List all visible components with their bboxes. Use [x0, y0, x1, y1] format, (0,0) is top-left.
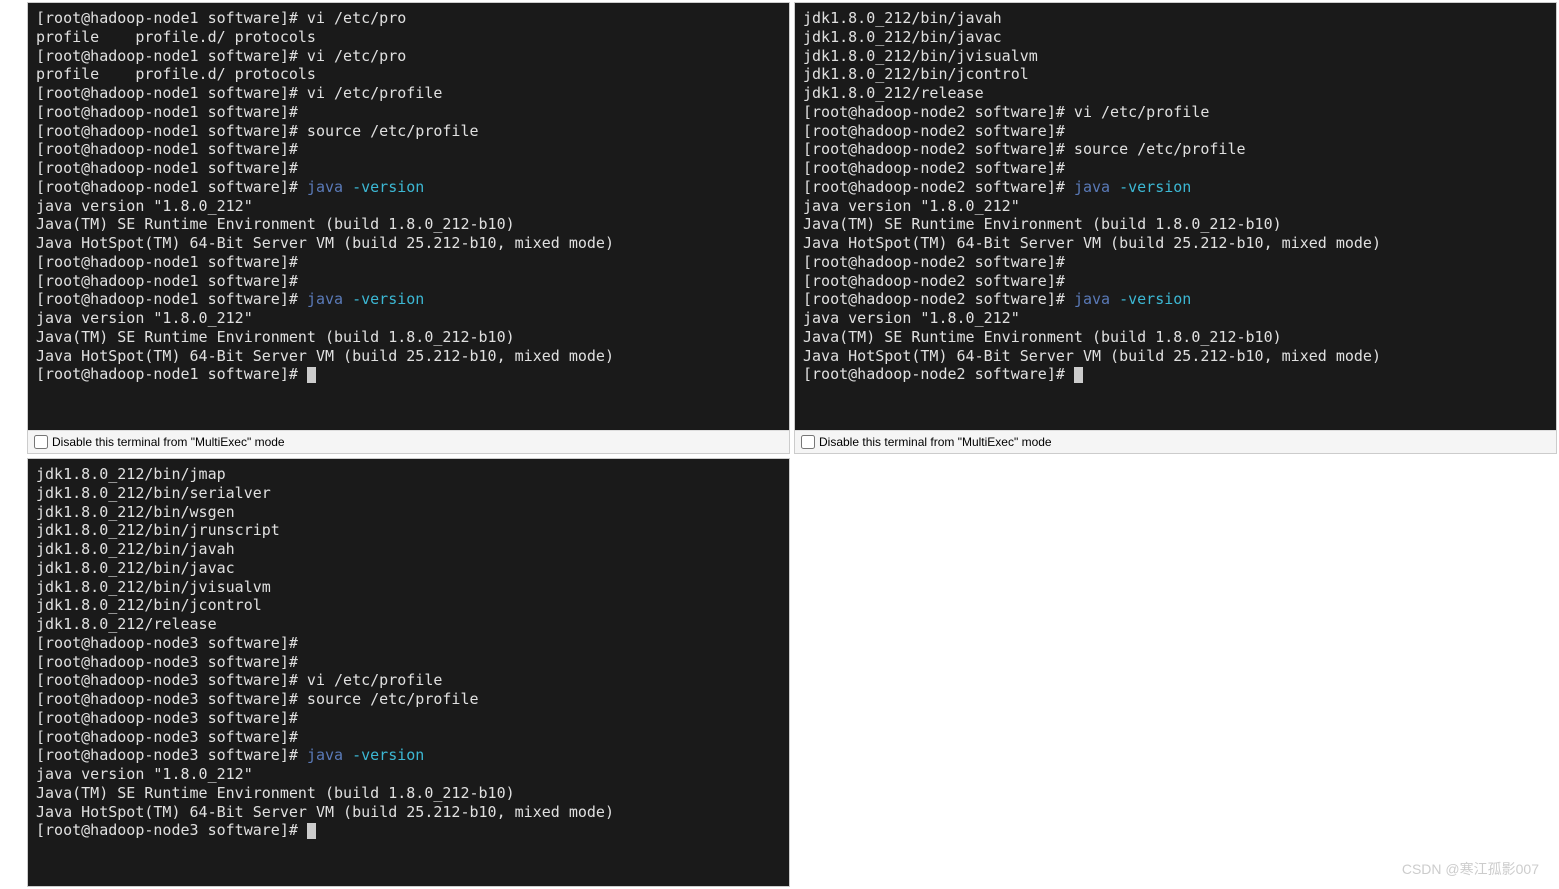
- terminal-line: [root@hadoop-node2 software]#: [803, 272, 1548, 291]
- terminal-line: [root@hadoop-node1 software]# java -vers…: [36, 290, 781, 309]
- terminal-output-node2[interactable]: jdk1.8.0_212/bin/javahjdk1.8.0_212/bin/j…: [795, 3, 1556, 430]
- terminal-line: [root@hadoop-node2 software]#: [803, 159, 1548, 178]
- watermark-text: CSDN @寒江孤影007: [1402, 859, 1539, 879]
- terminal-line: jdk1.8.0_212/bin/jcontrol: [36, 596, 781, 615]
- terminal-line: [root@hadoop-node3 software]#: [36, 634, 781, 653]
- terminal-pane-node1: [root@hadoop-node1 software]# vi /etc/pr…: [27, 2, 790, 454]
- terminal-line: [root@hadoop-node2 software]# source /et…: [803, 140, 1548, 159]
- terminal-line: jdk1.8.0_212/bin/serialver: [36, 484, 781, 503]
- disable-multiexec-checkbox-node1[interactable]: [34, 435, 48, 449]
- terminal-line: [root@hadoop-node3 software]#: [36, 728, 781, 747]
- terminal-line: jdk1.8.0_212/bin/jvisualvm: [803, 47, 1548, 66]
- terminal-line: jdk1.8.0_212/bin/jrunscript: [36, 521, 781, 540]
- terminal-line: [root@hadoop-node3 software]#: [36, 709, 781, 728]
- terminal-line: [root@hadoop-node1 software]# vi /etc/pr…: [36, 47, 781, 66]
- cursor-icon: [1074, 367, 1083, 383]
- terminal-output-node1[interactable]: [root@hadoop-node1 software]# vi /etc/pr…: [28, 3, 789, 430]
- terminal-line: profile profile.d/ protocols: [36, 28, 781, 47]
- terminal-line: [root@hadoop-node2 software]# java -vers…: [803, 290, 1548, 309]
- terminal-line: [root@hadoop-node1 software]# vi /etc/pr…: [36, 9, 781, 28]
- terminal-line: [root@hadoop-node1 software]#: [36, 365, 781, 384]
- terminal-line: [root@hadoop-node1 software]#: [36, 159, 781, 178]
- terminal-line: java version "1.8.0_212": [803, 309, 1548, 328]
- cursor-icon: [307, 367, 316, 383]
- terminal-line: jdk1.8.0_212/bin/jcontrol: [803, 65, 1548, 84]
- terminal-line: java version "1.8.0_212": [36, 309, 781, 328]
- terminal-line: [root@hadoop-node2 software]# java -vers…: [803, 178, 1548, 197]
- terminal-line: [root@hadoop-node2 software]# vi /etc/pr…: [803, 103, 1548, 122]
- terminal-line: [root@hadoop-node3 software]# vi /etc/pr…: [36, 671, 781, 690]
- terminal-line: jdk1.8.0_212/bin/javah: [36, 540, 781, 559]
- terminal-line: [root@hadoop-node3 software]# source /et…: [36, 690, 781, 709]
- terminal-line: jdk1.8.0_212/bin/jvisualvm: [36, 578, 781, 597]
- terminal-pane-node3: jdk1.8.0_212/bin/jmapjdk1.8.0_212/bin/se…: [27, 458, 790, 887]
- terminal-line: profile profile.d/ protocols: [36, 65, 781, 84]
- terminal-line: [root@hadoop-node1 software]# vi /etc/pr…: [36, 84, 781, 103]
- disable-multiexec-label: Disable this terminal from "MultiExec" m…: [52, 435, 285, 449]
- terminal-line: jdk1.8.0_212/bin/jmap: [36, 465, 781, 484]
- terminal-output-node3[interactable]: jdk1.8.0_212/bin/jmapjdk1.8.0_212/bin/se…: [28, 459, 789, 886]
- terminal-line: [root@hadoop-node1 software]#: [36, 103, 781, 122]
- terminal-line: [root@hadoop-node3 software]#: [36, 653, 781, 672]
- disable-multiexec-label: Disable this terminal from "MultiExec" m…: [819, 435, 1052, 449]
- terminal-pane-node2: jdk1.8.0_212/bin/javahjdk1.8.0_212/bin/j…: [794, 2, 1557, 454]
- terminal-line: [root@hadoop-node1 software]# source /et…: [36, 122, 781, 141]
- terminal-line: Java(TM) SE Runtime Environment (build 1…: [36, 328, 781, 347]
- terminal-line: Java(TM) SE Runtime Environment (build 1…: [803, 328, 1548, 347]
- terminal-line: jdk1.8.0_212/bin/javah: [803, 9, 1548, 28]
- terminal-line: java version "1.8.0_212": [803, 197, 1548, 216]
- cursor-icon: [307, 823, 316, 839]
- terminal-line: jdk1.8.0_212/bin/javac: [803, 28, 1548, 47]
- terminal-line: Java HotSpot(TM) 64-Bit Server VM (build…: [803, 347, 1548, 366]
- terminal-line: [root@hadoop-node1 software]#: [36, 272, 781, 291]
- terminal-line: Java HotSpot(TM) 64-Bit Server VM (build…: [36, 803, 781, 822]
- disable-multiexec-checkbox-node2[interactable]: [801, 435, 815, 449]
- terminal-line: Java(TM) SE Runtime Environment (build 1…: [36, 784, 781, 803]
- terminal-line: java version "1.8.0_212": [36, 197, 781, 216]
- terminal-line: [root@hadoop-node2 software]#: [803, 253, 1548, 272]
- terminal-line: Java(TM) SE Runtime Environment (build 1…: [803, 215, 1548, 234]
- terminal-line: Java HotSpot(TM) 64-Bit Server VM (build…: [36, 234, 781, 253]
- terminal-footer-node1: Disable this terminal from "MultiExec" m…: [28, 430, 789, 453]
- terminal-line: [root@hadoop-node1 software]#: [36, 140, 781, 159]
- terminal-line: [root@hadoop-node3 software]#: [36, 821, 781, 840]
- empty-pane: [792, 456, 1559, 889]
- terminal-line: Java(TM) SE Runtime Environment (build 1…: [36, 215, 781, 234]
- terminal-footer-node2: Disable this terminal from "MultiExec" m…: [795, 430, 1556, 453]
- terminal-line: Java HotSpot(TM) 64-Bit Server VM (build…: [36, 347, 781, 366]
- terminal-line: [root@hadoop-node2 software]#: [803, 365, 1548, 384]
- terminal-line: jdk1.8.0_212/release: [803, 84, 1548, 103]
- terminal-line: Java HotSpot(TM) 64-Bit Server VM (build…: [803, 234, 1548, 253]
- terminal-line: [root@hadoop-node2 software]#: [803, 122, 1548, 141]
- terminal-line: jdk1.8.0_212/release: [36, 615, 781, 634]
- terminal-line: [root@hadoop-node1 software]# java -vers…: [36, 178, 781, 197]
- terminal-line: [root@hadoop-node1 software]#: [36, 253, 781, 272]
- terminal-line: java version "1.8.0_212": [36, 765, 781, 784]
- terminal-line: jdk1.8.0_212/bin/wsgen: [36, 503, 781, 522]
- terminal-line: [root@hadoop-node3 software]# java -vers…: [36, 746, 781, 765]
- terminal-line: jdk1.8.0_212/bin/javac: [36, 559, 781, 578]
